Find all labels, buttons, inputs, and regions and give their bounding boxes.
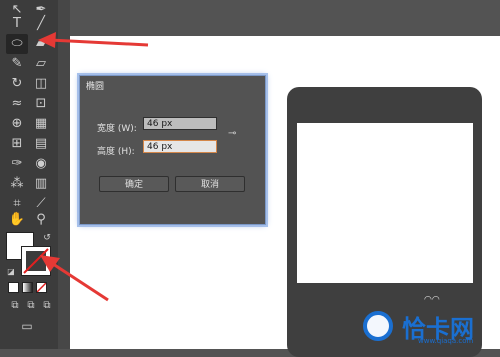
watermark-logo-icon (363, 311, 393, 341)
dialog-title: 椭圆 (86, 82, 105, 92)
ok-button[interactable]: 确定 (99, 176, 169, 192)
height-label: 高度 (H): (97, 147, 135, 157)
watermark-domain: www.qiaqa.com (418, 337, 474, 345)
cancel-button[interactable]: 取消 (175, 176, 245, 192)
constrain-proportions-link-icon[interactable]: ⊸ (228, 128, 236, 139)
width-input[interactable]: 46 px (143, 117, 217, 130)
height-input[interactable]: 46 px (143, 140, 217, 153)
arrow-to-stroke-swatch-icon (40, 255, 109, 302)
arrow-to-ellipse-tool-icon (38, 32, 149, 48)
width-label: 宽度 (W): (97, 124, 137, 134)
